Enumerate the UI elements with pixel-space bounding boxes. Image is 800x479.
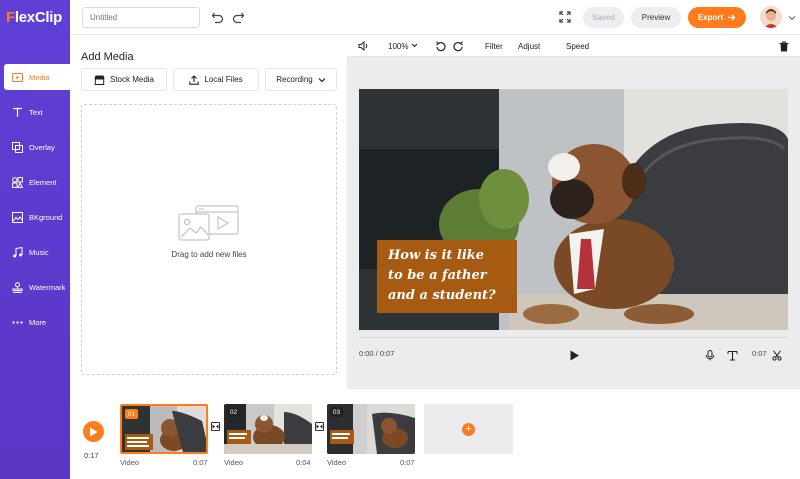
- preview-button[interactable]: Preview: [631, 7, 681, 28]
- export-button[interactable]: Export: [688, 7, 746, 28]
- sidebar-item-label: Music: [29, 247, 49, 257]
- media-files-icon: [178, 205, 239, 241]
- sidebar-item-text[interactable]: Text: [4, 99, 70, 125]
- rotate-left-icon[interactable]: [435, 41, 446, 54]
- clip-duration: 0:07: [193, 458, 208, 467]
- sidebar-item-label: More: [29, 317, 47, 327]
- timeline: 0:17 01 Video 0:07 02 Video 0:04 03 Vide…: [70, 389, 800, 479]
- zoom-value: 100%: [388, 42, 409, 51]
- total-time: 0:17: [84, 451, 99, 460]
- file-dropzone[interactable]: Drag to add new files: [81, 104, 337, 375]
- sidebar-item-label: Media: [29, 72, 50, 82]
- clip-duration: 0:07: [400, 458, 415, 467]
- microphone-icon[interactable]: [705, 348, 715, 366]
- preview-toolbar: 100% Filter Adjust Speed: [347, 36, 800, 57]
- add-clip-button[interactable]: +: [424, 404, 513, 454]
- video-caption[interactable]: How is it like to be a father and a stud…: [377, 240, 517, 313]
- filter-button[interactable]: Filter: [485, 42, 503, 51]
- transition-icon: [316, 424, 323, 429]
- scissors-icon[interactable]: [772, 348, 782, 366]
- clip-number: 03: [330, 407, 343, 417]
- timeline-clip[interactable]: 03: [327, 404, 415, 454]
- local-files-button[interactable]: Local Files: [173, 68, 259, 91]
- clip-duration: 0:04: [296, 458, 311, 467]
- stock-media-button[interactable]: Stock Media: [81, 68, 167, 91]
- sidebar-item-media[interactable]: Media: [4, 64, 70, 90]
- play-icon: [90, 427, 98, 436]
- rotate-right-icon[interactable]: [453, 41, 464, 54]
- text-icon: [11, 106, 23, 118]
- arrow-right-icon: [728, 14, 736, 21]
- local-files-label: Local Files: [204, 75, 243, 84]
- sidebar-item-element[interactable]: Element: [4, 169, 70, 195]
- speed-button[interactable]: Speed: [566, 42, 589, 51]
- more-icon: [11, 316, 23, 328]
- timeline-play-button[interactable]: [83, 421, 104, 442]
- media-icon: [11, 71, 23, 83]
- chevron-down-icon: [318, 77, 326, 82]
- transition-button[interactable]: [315, 422, 324, 431]
- recording-label: Recording: [276, 75, 313, 84]
- subtitle-icon[interactable]: [727, 348, 738, 366]
- sidebar-item-watermark[interactable]: Watermark: [4, 274, 70, 300]
- clip-number: 01: [125, 409, 138, 419]
- watermark-icon: [11, 281, 23, 293]
- delete-icon[interactable]: [779, 41, 789, 54]
- flexclip-logo[interactable]: FlexClip: [6, 9, 62, 26]
- background-icon: [11, 211, 23, 223]
- upload-icon: [189, 74, 200, 85]
- clip-type: Video: [327, 458, 347, 467]
- media-panel: Add Media Stock Media Local Files Record…: [70, 36, 347, 389]
- stock-media-label: Stock Media: [109, 75, 155, 84]
- sidebar-item-label: Watermark: [29, 282, 66, 292]
- sidebar-item-label: Element: [29, 177, 57, 187]
- drop-hint: Drag to add new files: [171, 250, 247, 259]
- caption-line: and a student?: [388, 288, 496, 303]
- sidebar-item-label: BKground: [29, 212, 63, 222]
- transition-icon: [212, 424, 219, 429]
- export-label: Export: [697, 13, 724, 22]
- playback-scrubber[interactable]: [359, 337, 788, 338]
- preview-area: 100% Filter Adjust Speed How is it like …: [347, 36, 800, 389]
- recording-dropdown[interactable]: Recording: [265, 68, 337, 91]
- saved-status: Saved: [583, 7, 624, 28]
- volume-icon[interactable]: [358, 40, 369, 53]
- chevron-down-icon[interactable]: [784, 10, 800, 26]
- project-title-input[interactable]: [82, 7, 200, 28]
- element-icon: [11, 176, 23, 188]
- timeline-clip[interactable]: 02: [224, 404, 312, 454]
- fullscreen-icon[interactable]: [557, 9, 573, 25]
- plus-icon: +: [462, 422, 475, 436]
- clip-type: Video: [120, 458, 140, 467]
- sidebar-item-label: Text: [29, 107, 43, 117]
- video-preview[interactable]: How is it like to be a father and a stud…: [359, 89, 788, 330]
- sidebar: FlexClip Media Text Overlay Element BKgr…: [0, 0, 70, 479]
- caption-line: to be a father: [388, 268, 487, 283]
- panel-title: Add Media: [81, 51, 134, 63]
- caption-line: How is it like: [388, 248, 485, 263]
- top-bar: Saved Preview Export: [70, 0, 800, 35]
- playback-time: 0:00 / 0:07: [359, 349, 395, 358]
- zoom-select[interactable]: 100%: [388, 42, 418, 51]
- store-icon: [94, 75, 105, 85]
- sidebar-item-overlay[interactable]: Overlay: [4, 134, 70, 160]
- redo-icon[interactable]: [230, 9, 246, 25]
- play-icon[interactable]: [569, 348, 580, 366]
- timeline-clip[interactable]: 01: [120, 404, 208, 454]
- sidebar-item-more[interactable]: More: [4, 309, 70, 335]
- clip-type: Video: [224, 458, 244, 467]
- overlay-icon: [11, 141, 23, 153]
- sidebar-item-label: Overlay: [29, 142, 55, 152]
- undo-icon[interactable]: [209, 9, 225, 25]
- preview-label: Preview: [641, 13, 671, 22]
- adjust-button[interactable]: Adjust: [518, 42, 540, 51]
- sidebar-item-bkground[interactable]: BKground: [4, 204, 70, 230]
- chevron-down-icon: [411, 43, 418, 48]
- music-icon: [11, 246, 23, 258]
- transition-button[interactable]: [211, 422, 220, 431]
- clip-number: 02: [227, 407, 240, 417]
- sidebar-item-music[interactable]: Music: [4, 239, 70, 265]
- clip-duration: 0:07: [752, 349, 767, 358]
- avatar[interactable]: [760, 6, 782, 28]
